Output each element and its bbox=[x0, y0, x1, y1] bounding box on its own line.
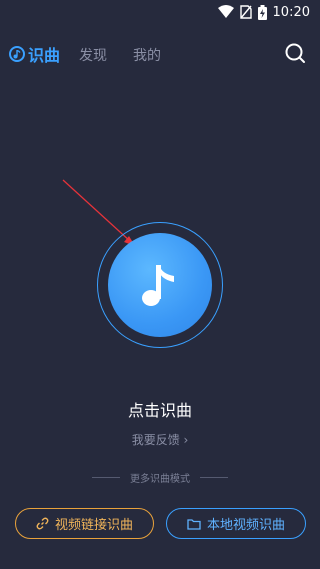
local-video-label: 本地视频识曲 bbox=[206, 518, 285, 533]
more-modes-label: 更多识曲模式 bbox=[130, 474, 190, 485]
folder-icon bbox=[187, 518, 201, 530]
link-icon bbox=[36, 517, 49, 530]
video-link-label: 视频链接识曲 bbox=[54, 518, 133, 533]
video-link-recognize-button[interactable]: 视频链接识曲 bbox=[15, 508, 154, 539]
tap-to-recognize-label: 点击识曲 bbox=[127, 401, 192, 420]
music-note-icon bbox=[142, 265, 174, 306]
divider-line bbox=[200, 477, 228, 478]
feedback-link[interactable]: 我要反馈 › bbox=[0, 431, 320, 448]
recognize-button[interactable] bbox=[108, 233, 212, 337]
more-modes-divider: 更多识曲模式 bbox=[0, 470, 320, 485]
divider-line bbox=[92, 477, 120, 478]
local-video-recognize-button[interactable]: 本地视频识曲 bbox=[166, 508, 306, 539]
